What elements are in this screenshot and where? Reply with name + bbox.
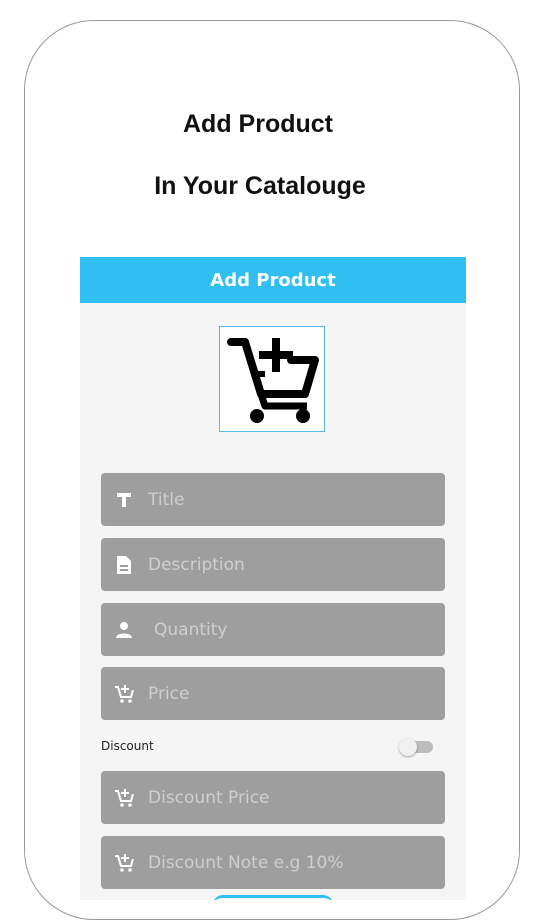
submit-button[interactable] — [213, 895, 333, 900]
title-placeholder: Title — [148, 489, 185, 510]
text-icon — [114, 490, 134, 510]
quantity-placeholder: Quantity — [154, 619, 228, 640]
app-bar: Add Product — [80, 257, 466, 303]
document-icon — [114, 555, 134, 575]
discount-toggle[interactable] — [399, 738, 433, 756]
price-field[interactable]: Price — [101, 667, 445, 720]
description-placeholder: Description — [148, 554, 245, 575]
cart-plus-icon — [114, 788, 134, 808]
cart-plus-icon — [114, 684, 134, 704]
title-field[interactable]: Title — [101, 473, 445, 526]
discount-price-field[interactable]: Discount Price — [101, 771, 445, 824]
discount-note-placeholder: Discount Note e.g 10% — [148, 852, 344, 873]
page-heading: Add Product — [183, 110, 333, 138]
discount-price-placeholder: Discount Price — [148, 787, 270, 808]
description-field[interactable]: Description — [101, 538, 445, 591]
add-to-cart-icon — [227, 338, 319, 423]
page-subheading: In Your Catalouge — [154, 172, 366, 200]
toggle-thumb — [399, 738, 417, 756]
cart-plus-icon — [114, 853, 134, 873]
person-icon — [114, 620, 134, 640]
price-placeholder: Price — [148, 683, 190, 704]
discount-label: Discount — [101, 739, 154, 753]
quantity-field[interactable]: Quantity — [101, 603, 445, 656]
app-screen: Add Product Title Description Quantity P… — [80, 257, 466, 900]
discount-note-field[interactable]: Discount Note e.g 10% — [101, 836, 445, 889]
app-bar-title: Add Product — [210, 269, 336, 291]
product-image-picker[interactable] — [219, 326, 325, 432]
